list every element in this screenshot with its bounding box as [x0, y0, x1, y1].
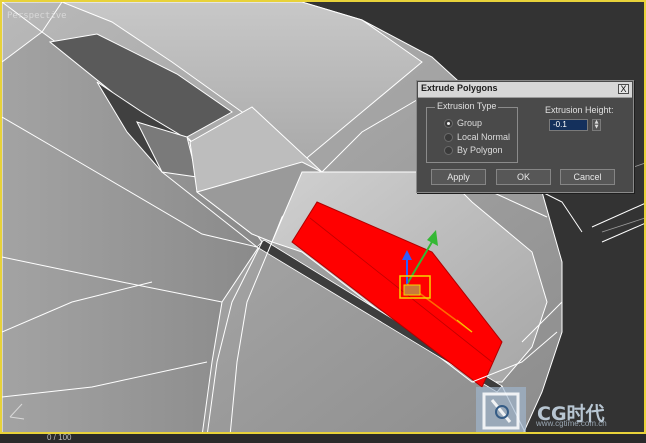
3d-scene[interactable]: CG时代	[2, 2, 646, 434]
radio-group-label[interactable]: Group	[457, 118, 482, 128]
dialog-title: Extrude Polygons	[421, 83, 498, 93]
ok-button[interactable]: OK	[496, 169, 551, 185]
radio-by-polygon-dot[interactable]	[444, 146, 453, 155]
radio-local-normal-label[interactable]: Local Normal	[457, 132, 510, 142]
extrude-polygons-dialog[interactable]: Extrude Polygons X Extrusion Type Group …	[416, 80, 634, 193]
frame-counter[interactable]: 0 / 100	[47, 433, 71, 442]
cancel-button[interactable]: Cancel	[560, 169, 615, 185]
watermark-logo-icon	[476, 387, 526, 432]
watermark-url: www.cgtime.com.cn	[536, 419, 607, 428]
apply-button[interactable]: Apply	[431, 169, 486, 185]
dialog-titlebar[interactable]: Extrude Polygons X	[418, 82, 632, 98]
extrusion-height-input[interactable]: -0.1	[549, 119, 588, 131]
close-icon[interactable]: X	[618, 84, 629, 94]
extrusion-type-legend: Extrusion Type	[435, 101, 499, 111]
spinner-down-icon[interactable]: ▼	[593, 125, 600, 130]
radio-by-polygon-label[interactable]: By Polygon	[457, 145, 503, 155]
extrusion-height-label: Extrusion Height:	[545, 105, 614, 115]
radio-group-dot[interactable]	[444, 119, 453, 128]
extrusion-height-spinner[interactable]: ▲ ▼	[592, 119, 601, 131]
status-bar: 0 / 100	[0, 433, 646, 443]
extrusion-type-group: Extrusion Type Group Local Normal By Pol…	[426, 101, 518, 163]
perspective-viewport[interactable]: CG时代 Perspective Extrude Polygons X Extr…	[0, 0, 646, 434]
radio-local-normal-dot[interactable]	[444, 133, 453, 142]
viewport-label[interactable]: Perspective	[7, 11, 67, 21]
dialog-body: Extrusion Type Group Local Normal By Pol…	[417, 98, 633, 192]
